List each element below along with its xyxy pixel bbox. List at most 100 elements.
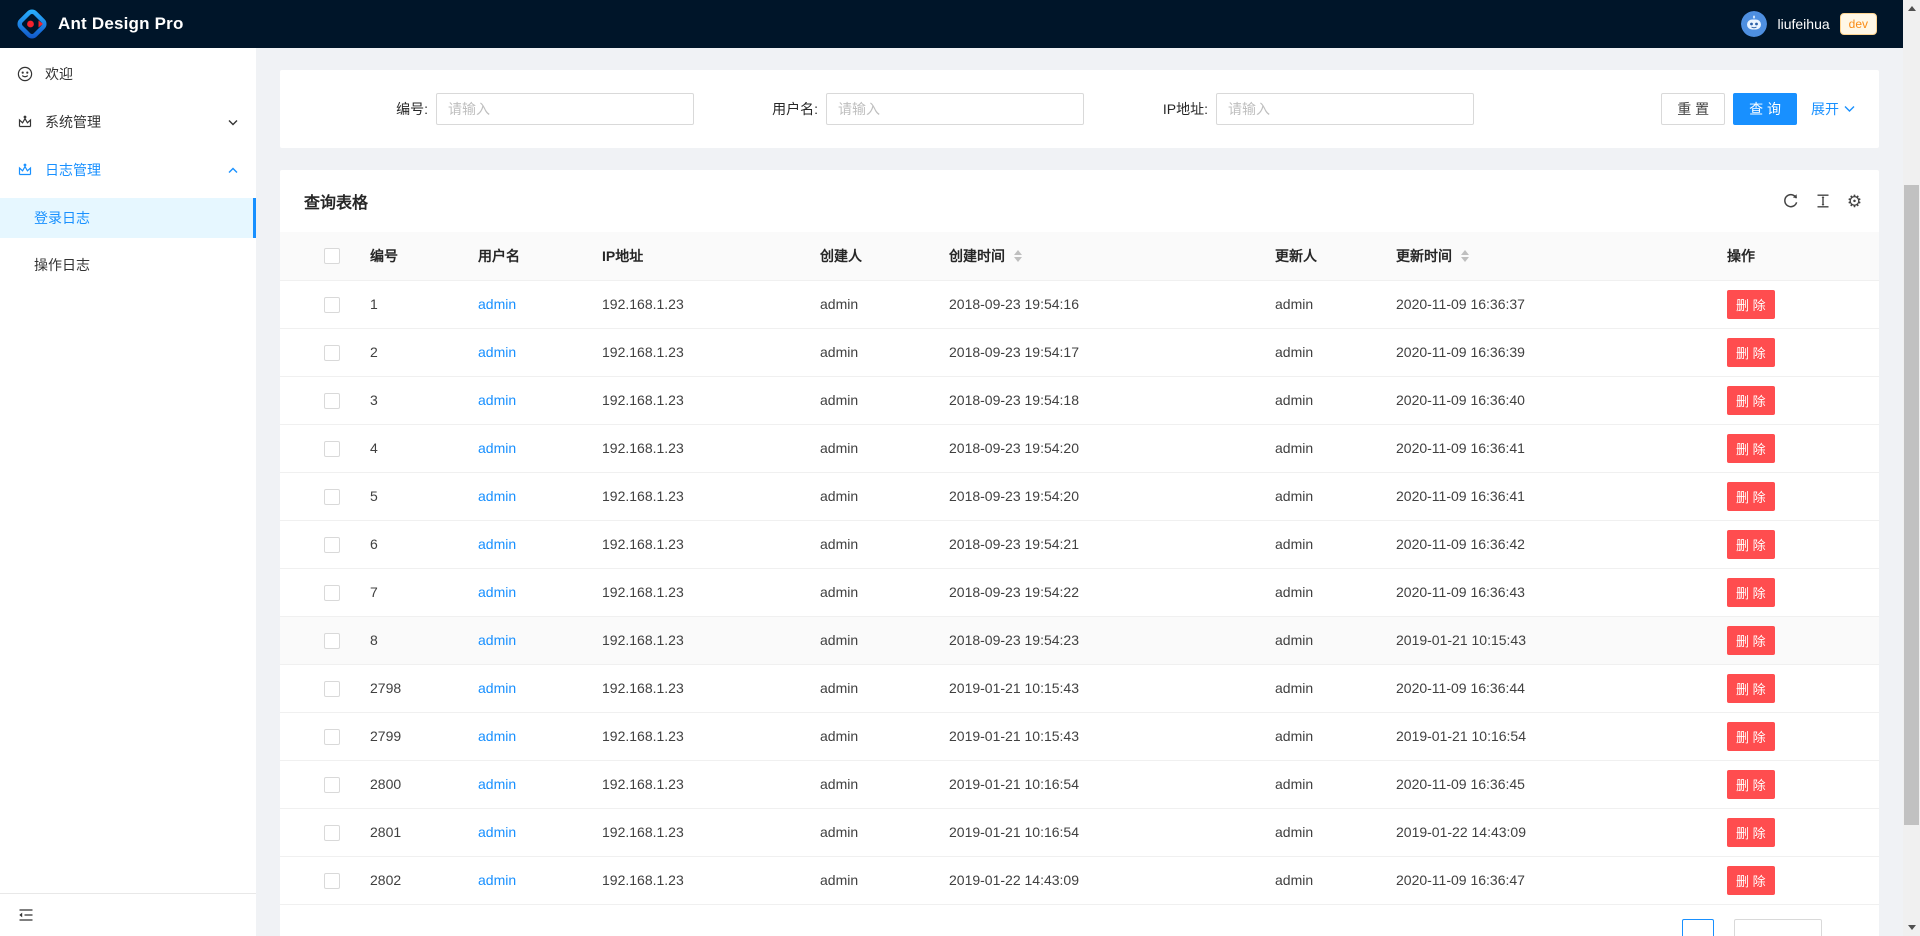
- cell-update-time: 2020-11-09 16:36:44: [1380, 664, 1711, 712]
- username-link[interactable]: admin: [478, 392, 516, 408]
- vertical-scrollbar[interactable]: [1903, 0, 1920, 936]
- row-checkbox[interactable]: [324, 825, 340, 841]
- delete-button[interactable]: 删 除: [1727, 386, 1775, 415]
- cell-creator: admin: [804, 568, 933, 616]
- row-checkbox[interactable]: [324, 873, 340, 889]
- delete-button[interactable]: 删 除: [1727, 434, 1775, 463]
- row-checkbox[interactable]: [324, 345, 340, 361]
- sidebar-item-operation-log[interactable]: 操作日志: [0, 245, 256, 285]
- logo-area[interactable]: Ant Design Pro: [16, 8, 184, 40]
- query-button[interactable]: 查 询: [1733, 93, 1797, 125]
- select-all-checkbox[interactable]: [324, 248, 340, 264]
- cell-updater: admin: [1259, 664, 1380, 712]
- delete-button[interactable]: 删 除: [1727, 338, 1775, 367]
- scrollbar-up-arrow-icon[interactable]: [1903, 0, 1920, 17]
- user-avatar-icon[interactable]: [1741, 11, 1767, 37]
- row-checkbox[interactable]: [324, 585, 340, 601]
- row-checkbox[interactable]: [324, 297, 340, 313]
- page-size-select[interactable]: [1734, 919, 1822, 936]
- cell-update-time: 2020-11-09 16:36:42: [1380, 520, 1711, 568]
- cell-creator: admin: [804, 760, 933, 808]
- delete-button[interactable]: 删 除: [1727, 818, 1775, 847]
- scrollbar-down-arrow-icon[interactable]: [1903, 919, 1920, 936]
- cell-updater: admin: [1259, 568, 1380, 616]
- column-header-id: 编号: [354, 232, 462, 280]
- delete-button[interactable]: 删 除: [1727, 626, 1775, 655]
- sidebar-item-welcome[interactable]: 欢迎: [0, 54, 256, 94]
- cell-ip: 192.168.1.23: [586, 664, 804, 712]
- table-row: 2801 admin 192.168.1.23 admin 2019-01-21…: [280, 808, 1879, 856]
- delete-button[interactable]: 删 除: [1727, 578, 1775, 607]
- column-header-create-time[interactable]: 创建时间: [933, 232, 1259, 280]
- cell-updater: admin: [1259, 808, 1380, 856]
- expand-link[interactable]: 展开: [1811, 99, 1855, 119]
- cell-id: 4: [354, 424, 462, 472]
- username-link[interactable]: admin: [478, 344, 516, 360]
- column-height-icon[interactable]: [1814, 193, 1831, 210]
- cell-update-time: 2020-11-09 16:36:40: [1380, 376, 1711, 424]
- row-checkbox[interactable]: [324, 729, 340, 745]
- reset-button[interactable]: 重 置: [1661, 93, 1725, 125]
- sidebar-item-login-log[interactable]: 登录日志: [0, 198, 256, 238]
- column-header-update-time[interactable]: 更新时间: [1380, 232, 1711, 280]
- row-checkbox[interactable]: [324, 777, 340, 793]
- cell-creator: admin: [804, 664, 933, 712]
- cell-ip: 192.168.1.23: [586, 712, 804, 760]
- username-link[interactable]: admin: [478, 872, 516, 888]
- username-link[interactable]: admin: [478, 440, 516, 456]
- cell-create-time: 2018-09-23 19:54:20: [933, 472, 1259, 520]
- pagination-page-1[interactable]: [1682, 919, 1714, 936]
- sidebar-item-log-management[interactable]: 日志管理: [0, 150, 256, 190]
- search-form: 编号: 用户名: IP地址: 重 置 查 询 展开: [304, 93, 1855, 125]
- delete-button[interactable]: 删 除: [1727, 674, 1775, 703]
- cell-creator: admin: [804, 808, 933, 856]
- query-table: 编号 用户名 IP地址 创建人 创建时间 更新人 更新时间: [280, 232, 1879, 905]
- table-row: 6 admin 192.168.1.23 admin 2018-09-23 19…: [280, 520, 1879, 568]
- username-link[interactable]: admin: [478, 824, 516, 840]
- username-link[interactable]: admin: [478, 776, 516, 792]
- username-link[interactable]: admin: [478, 488, 516, 504]
- row-checkbox[interactable]: [324, 633, 340, 649]
- cell-ip: 192.168.1.23: [586, 328, 804, 376]
- id-field-input[interactable]: [436, 93, 694, 125]
- sidebar-item-label: 系统管理: [45, 112, 101, 132]
- cell-id: 6: [354, 520, 462, 568]
- cell-creator: admin: [804, 856, 933, 904]
- row-checkbox[interactable]: [324, 537, 340, 553]
- username-link[interactable]: admin: [478, 296, 516, 312]
- username-link[interactable]: admin: [478, 680, 516, 696]
- delete-button[interactable]: 删 除: [1727, 482, 1775, 511]
- delete-button[interactable]: 删 除: [1727, 530, 1775, 559]
- username[interactable]: liufeihua: [1777, 16, 1829, 32]
- row-checkbox[interactable]: [324, 681, 340, 697]
- expand-link-label: 展开: [1811, 99, 1839, 119]
- delete-button[interactable]: 删 除: [1727, 722, 1775, 751]
- delete-button[interactable]: 删 除: [1727, 770, 1775, 799]
- username-link[interactable]: admin: [478, 536, 516, 552]
- row-checkbox[interactable]: [324, 393, 340, 409]
- delete-button[interactable]: 删 除: [1727, 290, 1775, 319]
- row-checkbox[interactable]: [324, 441, 340, 457]
- username-link[interactable]: admin: [478, 632, 516, 648]
- username-link[interactable]: admin: [478, 584, 516, 600]
- scrollbar-thumb[interactable]: [1904, 185, 1919, 825]
- table-row: 3 admin 192.168.1.23 admin 2018-09-23 19…: [280, 376, 1879, 424]
- cell-create-time: 2019-01-21 10:15:43: [933, 712, 1259, 760]
- username-field-input[interactable]: [826, 93, 1084, 125]
- cell-update-time: 2019-01-21 10:16:54: [1380, 712, 1711, 760]
- cell-id: 2802: [354, 856, 462, 904]
- crown-icon: [17, 114, 33, 130]
- table-row: 2799 admin 192.168.1.23 admin 2019-01-21…: [280, 712, 1879, 760]
- cell-create-time: 2018-09-23 19:54:20: [933, 424, 1259, 472]
- delete-button[interactable]: 删 除: [1727, 866, 1775, 895]
- ip-field-input[interactable]: [1216, 93, 1474, 125]
- menu-fold-icon[interactable]: [18, 907, 34, 923]
- search-field-id: 编号:: [304, 93, 694, 125]
- cell-creator: admin: [804, 616, 933, 664]
- row-checkbox[interactable]: [324, 489, 340, 505]
- sidebar-item-system-management[interactable]: 系统管理: [0, 102, 256, 142]
- reload-icon[interactable]: [1782, 193, 1799, 210]
- app-title: Ant Design Pro: [58, 14, 184, 34]
- settings-gear-icon[interactable]: ⚙: [1846, 193, 1863, 210]
- username-link[interactable]: admin: [478, 728, 516, 744]
